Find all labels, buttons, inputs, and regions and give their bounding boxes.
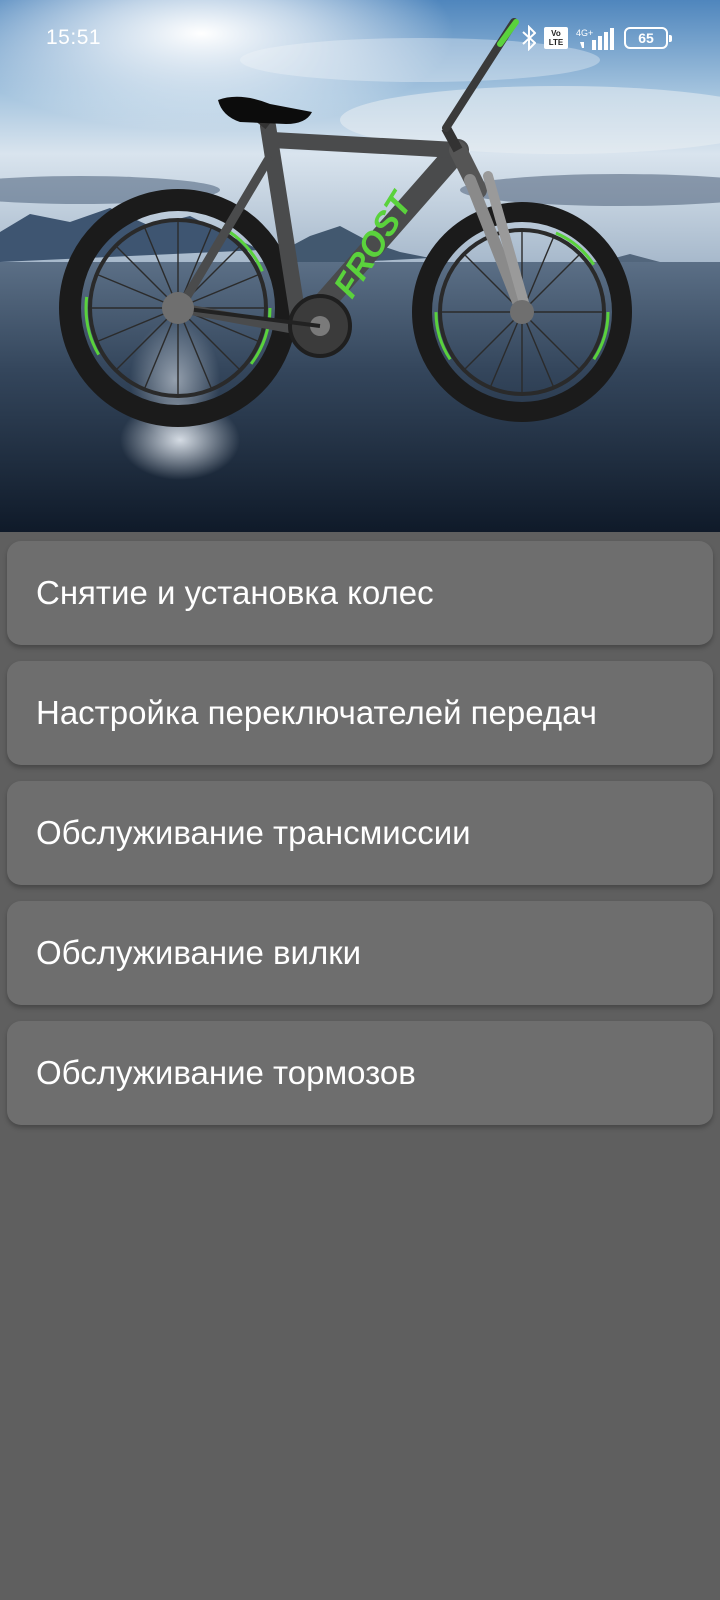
menu-item-wheels[interactable]: Снятие и установка колес [7, 541, 713, 645]
menu-item-fork[interactable]: Обслуживание вилки [7, 901, 713, 1005]
signal-icon: 4G+ [576, 24, 616, 52]
menu-item-label: Снятие и установка колес [36, 574, 434, 611]
battery-level: 65 [624, 27, 672, 49]
menu-item-label: Обслуживание трансмиссии [36, 814, 471, 851]
menu-item-label: Обслуживание тормозов [36, 1054, 416, 1091]
status-bar: 15:51 Vo LTE 4G+ 65 [0, 0, 720, 80]
status-time: 15:51 [46, 26, 102, 49]
menu-item-brakes[interactable]: Обслуживание тормозов [7, 1021, 713, 1125]
menu-item-drivetrain[interactable]: Обслуживание трансмиссии [7, 781, 713, 885]
volte-label-bottom: LTE [548, 38, 564, 47]
bluetooth-icon [522, 25, 536, 51]
menu-item-derailleurs[interactable]: Настройка переключателей передач [7, 661, 713, 765]
status-icons: Vo LTE 4G+ 65 [522, 22, 672, 54]
battery-icon: 65 [624, 27, 672, 49]
menu-item-label: Обслуживание вилки [36, 934, 362, 971]
menu-item-label: Настройка переключателей передач [36, 694, 597, 731]
volte-label-top: Vo [551, 29, 561, 38]
topics-menu: Снятие и установка колес Настройка перек… [7, 541, 713, 1141]
volte-icon: Vo LTE [544, 27, 568, 49]
